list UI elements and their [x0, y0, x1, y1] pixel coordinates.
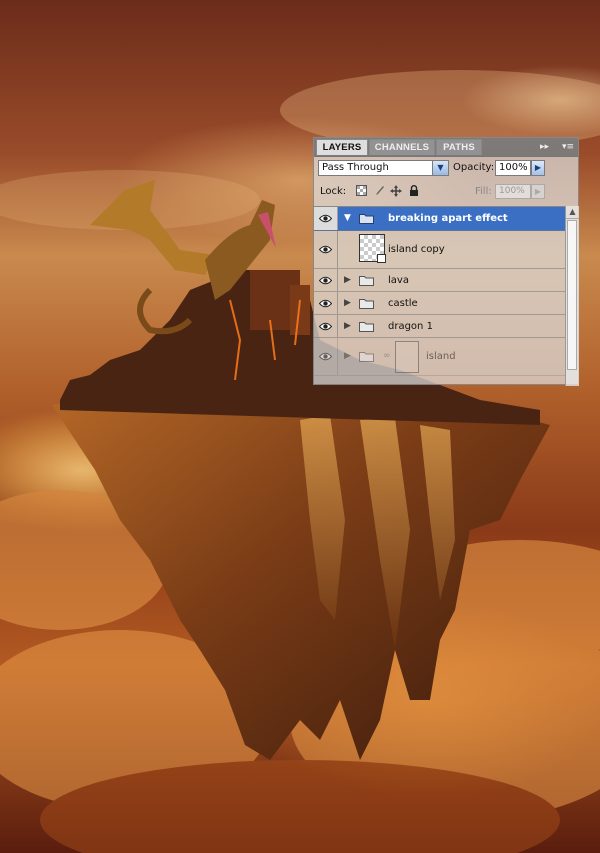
layer-name: dragon 1	[388, 321, 433, 332]
folder-icon	[359, 352, 374, 362]
visibility-toggle[interactable]	[314, 207, 338, 230]
lock-all-icon[interactable]	[408, 185, 420, 197]
layer-row-island[interactable]: ▶ ∞ island	[314, 338, 565, 376]
fill-label: Fill:	[475, 186, 492, 197]
artwork-canvas	[0, 0, 600, 853]
layers-panel: LAYERS CHANNELS PATHS ▸▸ ▾≡ Pass Through…	[313, 137, 579, 387]
folder-icon	[359, 299, 374, 309]
expand-triangle-icon[interactable]: ▼	[344, 213, 351, 223]
layer-name: island	[426, 351, 456, 362]
eye-icon	[319, 276, 332, 285]
tab-layers[interactable]: LAYERS	[316, 139, 368, 155]
layer-name: island copy	[388, 244, 445, 255]
layer-thumbnail	[359, 234, 386, 263]
chevron-down-icon[interactable]: ▼	[432, 161, 448, 175]
layer-mask-thumbnail	[395, 341, 419, 373]
opacity-slider-toggle[interactable]: ▶	[531, 160, 545, 176]
lock-move-icon[interactable]	[390, 185, 402, 197]
eye-icon	[319, 245, 332, 254]
opacity-input[interactable]: 100%	[495, 160, 531, 176]
layer-list: ▼ breaking apart effect island copy ▶ la…	[314, 206, 565, 387]
eye-icon	[319, 299, 332, 308]
blend-mode-select[interactable]: Pass Through ▼	[318, 160, 449, 176]
tab-channels[interactable]: CHANNELS	[369, 139, 435, 155]
fill-slider-toggle[interactable]: ▶	[531, 184, 545, 199]
lock-transparent-icon[interactable]	[355, 185, 367, 197]
panel-tab-bar: LAYERS CHANNELS PATHS ▸▸ ▾≡	[314, 138, 578, 157]
layer-row-breaking-apart-effect[interactable]: ▼ breaking apart effect	[314, 207, 565, 231]
fill-input[interactable]: 100%	[495, 184, 531, 199]
collapse-triangle-icon[interactable]: ▶	[344, 351, 351, 361]
layer-name: lava	[388, 275, 409, 286]
smart-object-badge-icon	[377, 254, 386, 263]
floating-island-artwork	[0, 70, 600, 853]
visibility-toggle[interactable]	[314, 338, 338, 375]
collapse-triangle-icon[interactable]: ▶	[344, 321, 351, 331]
eye-icon	[319, 322, 332, 331]
layer-row-dragon-1[interactable]: ▶ dragon 1	[314, 315, 565, 338]
visibility-toggle[interactable]	[314, 292, 338, 314]
lock-row: Lock: Fill: 100% ▶	[314, 182, 578, 202]
lock-label: Lock:	[320, 186, 347, 197]
folder-icon	[359, 214, 374, 224]
chain-link-icon: ∞	[383, 351, 391, 361]
layer-name: breaking apart effect	[388, 213, 508, 224]
layer-row-castle[interactable]: ▶ castle	[314, 292, 565, 315]
collapse-triangle-icon[interactable]: ▶	[344, 275, 351, 285]
folder-icon	[359, 322, 374, 332]
collapse-triangle-icon[interactable]: ▶	[344, 298, 351, 308]
panel-menu-button[interactable]: ▾≡	[562, 140, 574, 154]
eye-icon	[319, 352, 332, 361]
visibility-toggle[interactable]	[314, 269, 338, 291]
layer-list-scrollbar[interactable]: ▲	[565, 206, 579, 386]
layer-name: castle	[388, 298, 418, 309]
layer-row-lava[interactable]: ▶ lava	[314, 269, 565, 292]
visibility-toggle[interactable]	[314, 315, 338, 337]
visibility-toggle[interactable]	[314, 231, 338, 268]
lock-paint-icon[interactable]	[373, 185, 385, 197]
blend-opacity-row: Pass Through ▼ Opacity: 100% ▶	[314, 157, 578, 179]
tab-paths[interactable]: PATHS	[436, 139, 482, 155]
opacity-label: Opacity:	[453, 162, 495, 173]
folder-icon	[359, 276, 374, 286]
collapse-panel-button[interactable]: ▸▸	[540, 140, 549, 154]
blend-mode-value: Pass Through	[322, 162, 389, 173]
eye-icon	[319, 214, 332, 223]
scroll-up-icon[interactable]: ▲	[566, 206, 579, 219]
scroll-thumb[interactable]	[567, 220, 577, 370]
layer-row-island-copy[interactable]: island copy	[314, 231, 565, 269]
